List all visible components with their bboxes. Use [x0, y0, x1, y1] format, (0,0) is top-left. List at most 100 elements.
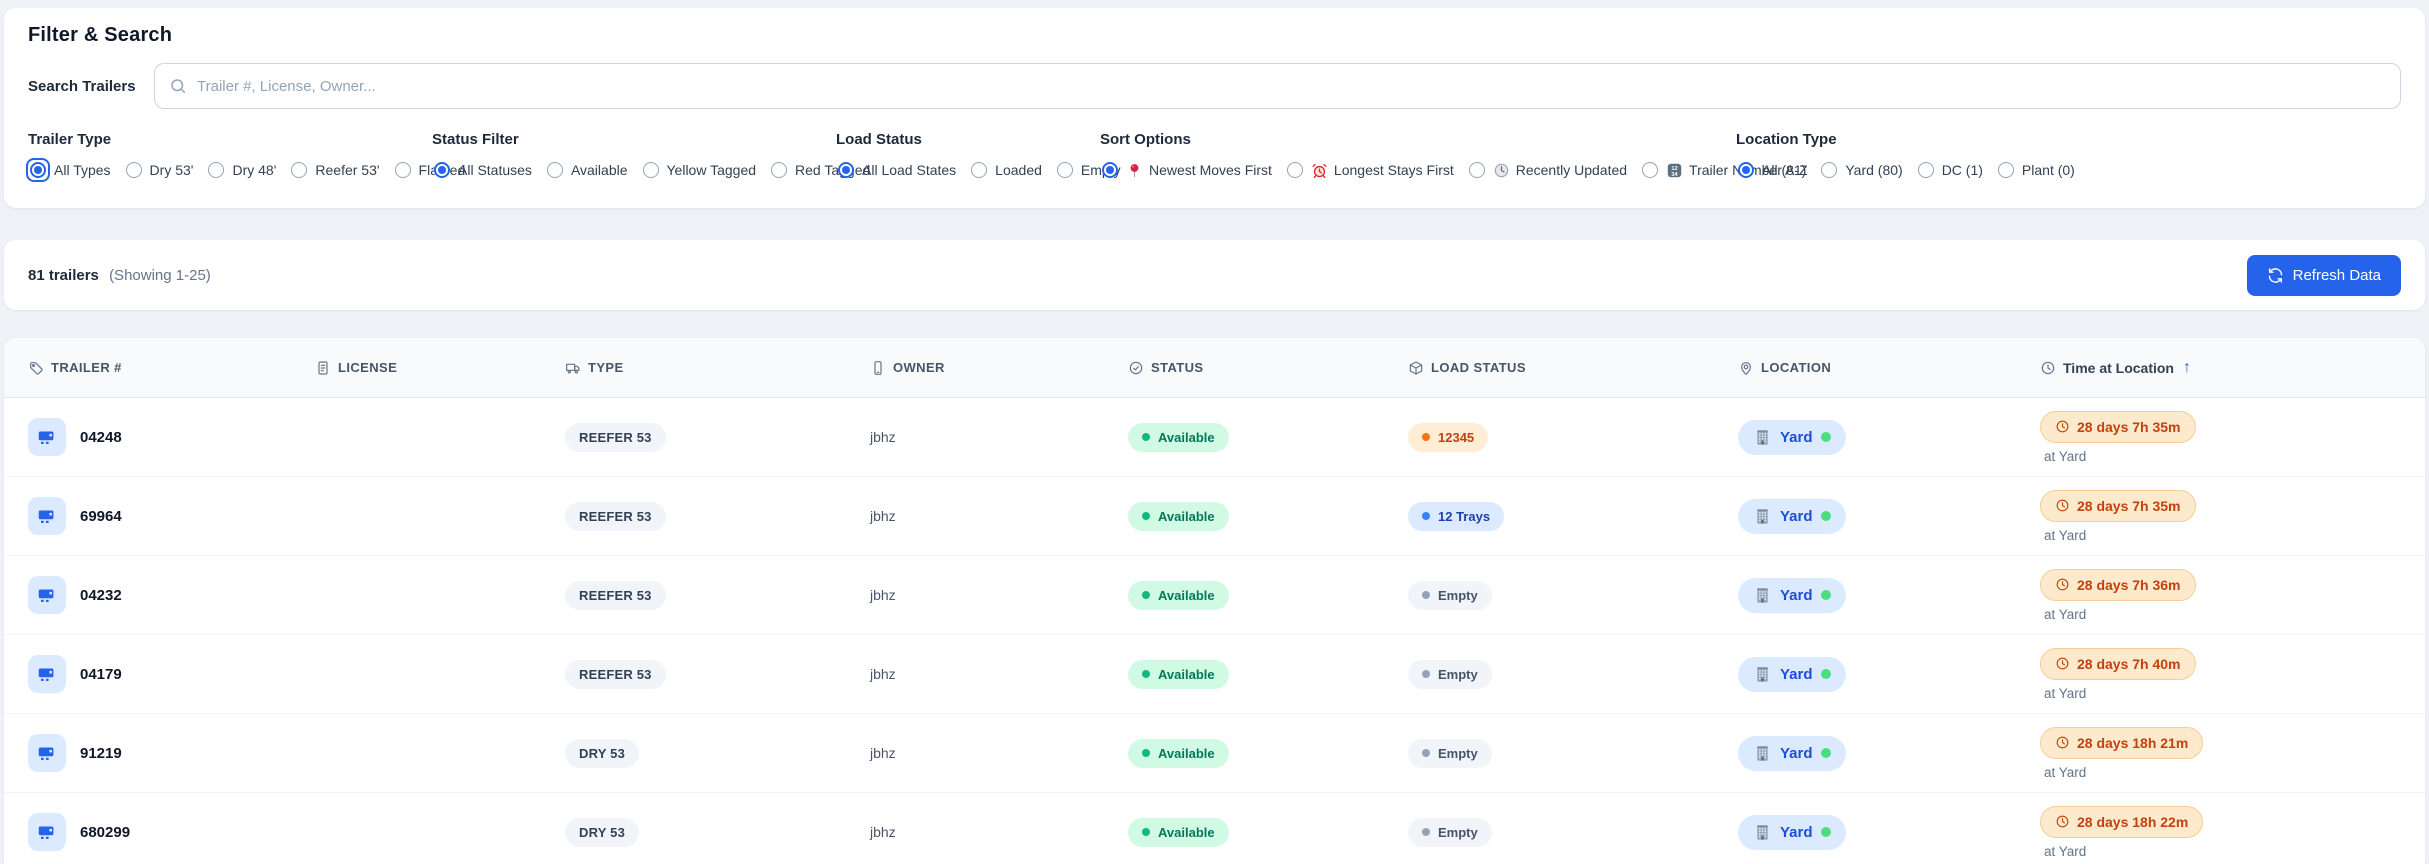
radio-checked-icon: [30, 162, 46, 178]
radio-option-yellow-tagged[interactable]: Yellow Tagged: [641, 160, 756, 180]
radio-option-available[interactable]: Available: [545, 160, 628, 180]
radio-unchecked-icon: [1642, 162, 1659, 178]
load-status-badge: Empty: [1408, 738, 1492, 768]
search-input[interactable]: [197, 77, 2386, 95]
at-location-label: at Yard: [2044, 527, 2087, 543]
clock-icon: [2055, 419, 2070, 434]
trailer-icon: [36, 663, 58, 685]
status-badge: Available: [1128, 501, 1229, 531]
radio-option-dry-53[interactable]: Dry 53': [124, 160, 193, 180]
radio-checked-icon: [1738, 162, 1754, 178]
column-header-trailer[interactable]: TRAILER #: [28, 360, 315, 376]
type-badge: REEFER 53: [565, 422, 666, 452]
column-header-owner[interactable]: OWNER: [870, 360, 1128, 376]
location-status-dot: [1820, 669, 1831, 679]
radio-option-reefer-53[interactable]: Reefer 53': [289, 160, 380, 180]
trailer-number: 69964: [80, 507, 122, 525]
location-status-dot: [1820, 432, 1831, 442]
radio-option-longest-stays-first[interactable]: Longest Stays First: [1285, 160, 1454, 180]
table-row[interactable]: 91219 DRY 53 jbhz Available Empty Yard 2…: [4, 714, 2425, 793]
radio-unchecked-icon: [546, 162, 563, 178]
radio-option-all-locations[interactable]: All (81): [1736, 160, 1806, 180]
filter-group-status: Status Filter All Statuses Available Yel…: [432, 131, 870, 180]
column-header-time-at-location[interactable]: Time at Location ↑: [2040, 359, 2409, 377]
radio-option-loaded[interactable]: Loaded: [969, 160, 1042, 180]
table-header-row: TRAILER # LICENSE TYPE OWNER STATUS LOAD…: [4, 338, 2425, 398]
trailer-avatar: [28, 655, 66, 693]
radio-option-all-types[interactable]: All Types: [28, 160, 111, 180]
refresh-data-button[interactable]: Refresh Data: [2246, 254, 2401, 296]
time-at-location-badge: 28 days 18h 21m: [2040, 726, 2204, 759]
package-icon: [1408, 360, 1424, 376]
at-location-label: at Yard: [2044, 606, 2087, 622]
trailer-avatar: [28, 497, 66, 535]
column-header-type[interactable]: TYPE: [565, 360, 870, 376]
clock-icon: [2055, 814, 2070, 829]
status-dot: [1142, 828, 1150, 836]
clock-icon: [2055, 656, 2070, 671]
column-header-status[interactable]: STATUS: [1128, 360, 1408, 376]
radio-unchecked-icon: [1286, 162, 1303, 178]
load-status-dot: [1422, 512, 1430, 520]
search-box[interactable]: [154, 63, 2401, 109]
column-header-load-status[interactable]: LOAD STATUS: [1408, 360, 1738, 376]
building-icon: [1753, 428, 1772, 447]
location-badge: Yard: [1738, 419, 1846, 455]
radio-unchecked-icon: [1821, 162, 1838, 178]
radio-unchecked-icon: [971, 162, 988, 178]
filter-group-sort: Sort Options Newest Moves First Longest …: [1100, 131, 1808, 180]
trailer-number: 680299: [80, 823, 131, 841]
radio-option-newest-moves-first[interactable]: Newest Moves First: [1100, 160, 1272, 180]
location-status-dot: [1820, 511, 1831, 521]
status-badge: Available: [1128, 580, 1229, 610]
radio-option-dry-48[interactable]: Dry 48': [206, 160, 276, 180]
status-dot: [1142, 749, 1150, 757]
building-icon: [1753, 507, 1772, 526]
radio-checked-icon: [1102, 162, 1118, 178]
radio-unchecked-icon: [1468, 162, 1485, 178]
load-status-label: Load Status: [836, 131, 922, 148]
location-badge: Yard: [1738, 577, 1846, 613]
owner-value: jbhz: [870, 429, 896, 445]
trailer-avatar: [28, 576, 66, 614]
radio-checked-icon: [434, 162, 450, 178]
table-row[interactable]: 04232 REEFER 53 jbhz Available Empty Yar…: [4, 556, 2425, 635]
clock-face-icon: [1493, 162, 1510, 179]
phone-icon: [870, 360, 886, 376]
status-filter-label: Status Filter: [432, 131, 519, 148]
table-row[interactable]: 69964 REEFER 53 jbhz Available 12 Trays …: [4, 477, 2425, 556]
sort-ascending-icon[interactable]: ↑: [2183, 359, 2191, 377]
radio-unchecked-icon: [642, 162, 659, 178]
status-badge: Available: [1128, 422, 1229, 452]
table-row[interactable]: 04179 REEFER 53 jbhz Available Empty Yar…: [4, 635, 2425, 714]
owner-value: jbhz: [870, 508, 896, 524]
truck-icon: [565, 360, 581, 376]
building-icon: [1753, 744, 1772, 763]
radio-option-all-load-states[interactable]: All Load States: [836, 160, 956, 180]
column-header-location[interactable]: LOCATION: [1738, 360, 2040, 376]
trailers-table: TRAILER # LICENSE TYPE OWNER STATUS LOAD…: [4, 338, 2425, 864]
radio-option-dc[interactable]: DC (1): [1916, 160, 1983, 180]
trailer-avatar: [28, 813, 66, 851]
radio-option-yard[interactable]: Yard (80): [1819, 160, 1903, 180]
location-type-label: Location Type: [1736, 131, 1837, 148]
column-header-license[interactable]: LICENSE: [315, 360, 565, 376]
filter-search-panel: Filter & Search Search Trailers Trailer …: [4, 8, 2425, 208]
clock-icon: [2055, 498, 2070, 513]
status-dot: [1142, 591, 1150, 599]
type-badge: DRY 53: [565, 817, 640, 847]
table-row[interactable]: 04248 REEFER 53 jbhz Available 12345 Yar…: [4, 398, 2425, 477]
alarm-clock-icon: [1311, 162, 1328, 179]
radio-unchecked-icon: [208, 162, 225, 178]
load-status-dot: [1422, 591, 1430, 599]
trailer-icon: [36, 584, 58, 606]
radio-option-recently-updated[interactable]: Recently Updated: [1467, 160, 1627, 180]
trailer-type-label: Trailer Type: [28, 131, 112, 148]
radio-option-plant[interactable]: Plant (0): [1996, 160, 2075, 180]
time-at-location-badge: 28 days 7h 36m: [2040, 568, 2196, 601]
type-badge: DRY 53: [565, 738, 640, 768]
trailer-avatar: [28, 418, 66, 456]
table-row[interactable]: 680299 DRY 53 jbhz Available Empty Yard …: [4, 793, 2425, 864]
radio-option-all-statuses[interactable]: All Statuses: [432, 160, 532, 180]
location-badge: Yard: [1738, 814, 1846, 850]
